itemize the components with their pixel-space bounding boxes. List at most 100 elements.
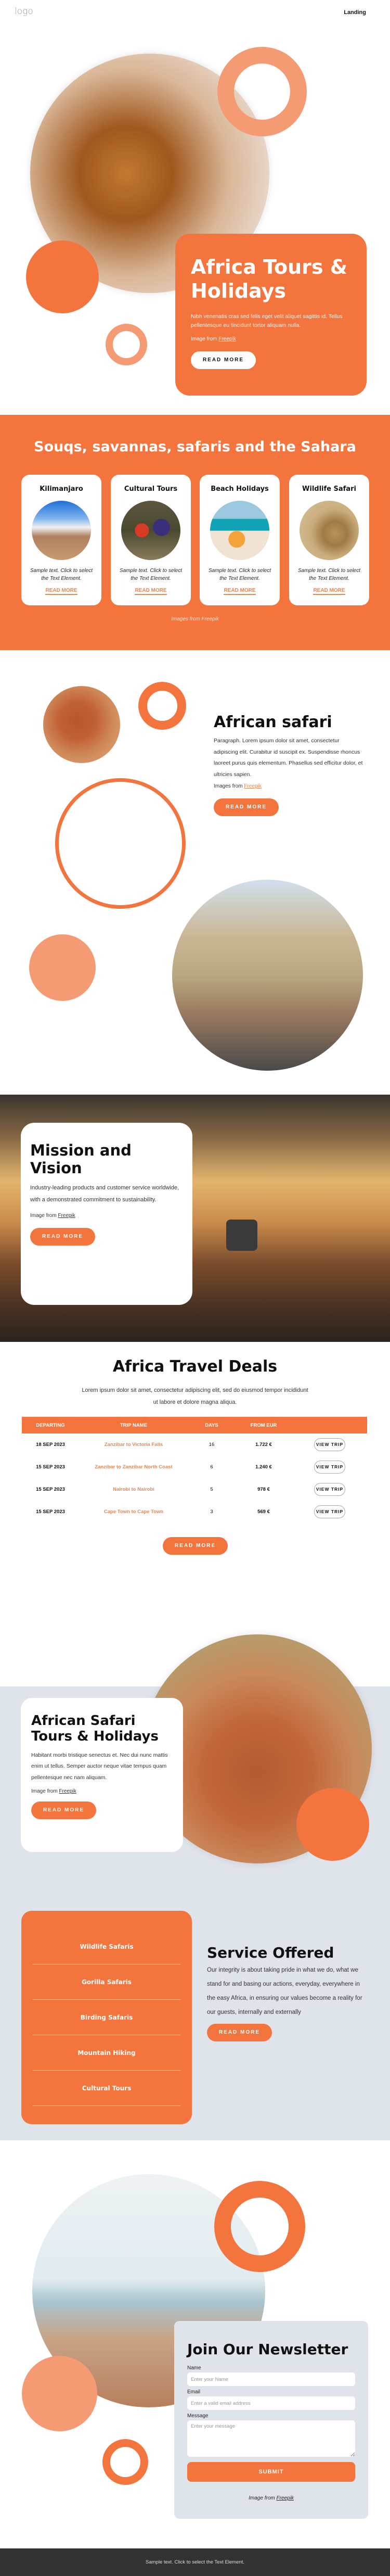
freepik-link[interactable]: Freepik (244, 783, 261, 789)
tours-read-more-button[interactable]: READ MORE (31, 1801, 96, 1820)
service-item[interactable]: Cultural Tours (33, 2071, 180, 2106)
tour-card-title: Cultural Tours (124, 485, 178, 493)
trip-name-cell[interactable]: Cape Town to Cape Town (79, 1501, 188, 1523)
newsletter-form: Name Email Message SUBMIT (187, 2365, 355, 2482)
safari-credit: Images from Freepik (214, 783, 365, 789)
trip-name-cell[interactable]: Zanzibar to Zanzibar North Coast (79, 1456, 188, 1478)
column-header: FROM EUR (235, 1417, 292, 1433)
deals-table: DEPARTING TRIP NAME DAYS FROM EUR 18 SEP… (22, 1417, 367, 1523)
freepik-link[interactable]: Freepik (277, 2495, 294, 2501)
email-input[interactable] (187, 2396, 355, 2410)
column-header (292, 1417, 367, 1433)
hero-title: Africa Tours & Holidays (191, 256, 347, 302)
table-row: 15 SEP 2023 Zanzibar to Zanzibar North C… (22, 1456, 367, 1478)
tour-card-wildlife-safari: Wildlife Safari Sample text. Click to se… (289, 475, 369, 605)
logo[interactable]: logo (15, 6, 33, 17)
table-row: 15 SEP 2023 Nairobi to Nairobi 5 978 € V… (22, 1478, 367, 1501)
hero-read-more-button[interactable]: READ MORE (191, 351, 256, 369)
message-input[interactable] (187, 2420, 355, 2457)
mission-read-more-button[interactable]: READ MORE (30, 1228, 95, 1246)
services-text: Our integrity is about taking pride in w… (207, 1967, 362, 2016)
tours-text: Habitant morbi tristique senectus et. Ne… (31, 1752, 168, 1781)
newsletter-title: Join Our Newsletter (187, 2341, 348, 2358)
tour-card-read-more[interactable]: READ MORE (224, 588, 256, 595)
departing-cell: 18 SEP 2023 (36, 1442, 65, 1448)
tour-card-text: Sample text. Click to select the Text El… (208, 568, 271, 581)
service-item[interactable]: Gorilla Safaris (33, 1964, 180, 2000)
tours-title: African Safari Tours & Holidays (31, 1713, 159, 1744)
nav-link-landing[interactable]: Landing (344, 9, 366, 16)
tour-card-text: Sample text. Click to select the Text El… (30, 568, 93, 581)
footer-text: Sample text. Click to select the Text El… (146, 2559, 244, 2565)
departing-cell: 15 SEP 2023 (36, 1509, 65, 1515)
tour-card-title: Beach Holidays (211, 485, 269, 493)
freepik-link[interactable]: Freepik (218, 336, 236, 342)
trip-name-cell[interactable]: Zanzibar to Victoria Falls (79, 1433, 188, 1456)
freepik-link[interactable]: Freepik (202, 616, 219, 622)
days-cell: 3 (210, 1509, 213, 1515)
credit-prefix: Image from (191, 336, 217, 342)
decorative-ring-small (106, 324, 147, 365)
souqs-credit: Images from Freepik (0, 616, 390, 622)
decorative-ring-small (102, 2439, 148, 2485)
deals-read-more-button[interactable]: READ MORE (163, 1537, 228, 1555)
price-cell: 1.240 € (255, 1464, 272, 1470)
price-cell: 1.722 € (255, 1442, 272, 1448)
safari-title: African safari (214, 713, 332, 731)
decorative-circle (22, 2356, 97, 2431)
mission-credit: Image from Freepik (30, 1213, 183, 1219)
tours-credit: Image from Freepik (31, 1788, 173, 1794)
freepik-link[interactable]: Freepik (59, 1788, 76, 1794)
view-trip-button[interactable]: VIEW TRIP (314, 1438, 345, 1451)
tour-card-read-more[interactable]: READ MORE (45, 588, 77, 595)
services-read-more-button[interactable]: READ MORE (207, 2024, 272, 2042)
beach-photo (210, 501, 269, 560)
tour-card-cultural-tours: Cultural Tours Sample text. Click to sel… (111, 475, 191, 605)
price-cell: 569 € (257, 1509, 270, 1515)
credit-prefix: Images from (214, 783, 243, 790)
view-trip-button[interactable]: VIEW TRIP (314, 1483, 345, 1496)
credit-prefix: Images from (171, 616, 200, 622)
mission-section: Mission and Vision Industry-leading prod… (0, 1095, 390, 1342)
hero-text: Nibh venenatis cras sed felis eget velit… (191, 313, 343, 328)
tour-card-read-more[interactable]: READ MORE (313, 588, 345, 595)
departing-cell: 15 SEP 2023 (36, 1464, 65, 1470)
services-title: Service Offered (207, 1944, 334, 1961)
decorative-circle (296, 1788, 369, 1861)
services-content: Service Offered Our integrity is about t… (207, 1944, 363, 2042)
safari-read-more-button[interactable]: READ MORE (214, 798, 279, 817)
name-input[interactable] (187, 2372, 355, 2386)
tour-card-text: Sample text. Click to select the Text El… (119, 568, 183, 581)
decorative-ring (217, 47, 307, 136)
action-cell: VIEW TRIP (292, 1501, 367, 1523)
tour-card-title: Wildlife Safari (302, 485, 356, 493)
road-photo-car (226, 1220, 257, 1251)
view-trip-button[interactable]: VIEW TRIP (314, 1505, 345, 1518)
credit-prefix: Image from (249, 2495, 275, 2501)
hero-credit: Image from Freepik (191, 336, 351, 342)
newsletter-card: Join Our Newsletter Name Email Message S… (174, 2321, 368, 2519)
souqs-section: Souqs, savannas, safaris and the Sahara … (0, 415, 390, 650)
mission-text: Industry-leading products and customer s… (30, 1185, 179, 1203)
tour-card-read-more[interactable]: READ MORE (135, 588, 167, 595)
zebras-photo (55, 778, 186, 909)
service-item[interactable]: Mountain Hiking (33, 2035, 180, 2071)
safari-woman-photo (172, 880, 363, 1071)
service-item[interactable]: Wildlife Safaris (33, 1929, 180, 1964)
decorative-circle (26, 240, 99, 313)
departing-cell: 15 SEP 2023 (36, 1487, 65, 1492)
message-label: Message (187, 2413, 209, 2419)
freepik-link[interactable]: Freepik (58, 1213, 75, 1219)
deals-title: Africa Travel Deals (112, 1357, 278, 1376)
trip-name-cell[interactable]: Nairobi to Nairobi (79, 1478, 188, 1501)
action-cell: VIEW TRIP (292, 1456, 367, 1478)
submit-button[interactable]: SUBMIT (187, 2462, 355, 2482)
mission-title: Mission and Vision (30, 1141, 132, 1177)
credit-prefix: Image from (31, 1788, 58, 1795)
view-trip-button[interactable]: VIEW TRIP (314, 1461, 345, 1474)
newsletter-credit: Image from Freepik (187, 2495, 355, 2501)
days-cell: 6 (210, 1464, 213, 1470)
table-row: 15 SEP 2023 Cape Town to Cape Town 3 569… (22, 1501, 367, 1523)
cheetah-photo (300, 501, 359, 560)
service-item[interactable]: Birding Safaris (33, 2000, 180, 2035)
